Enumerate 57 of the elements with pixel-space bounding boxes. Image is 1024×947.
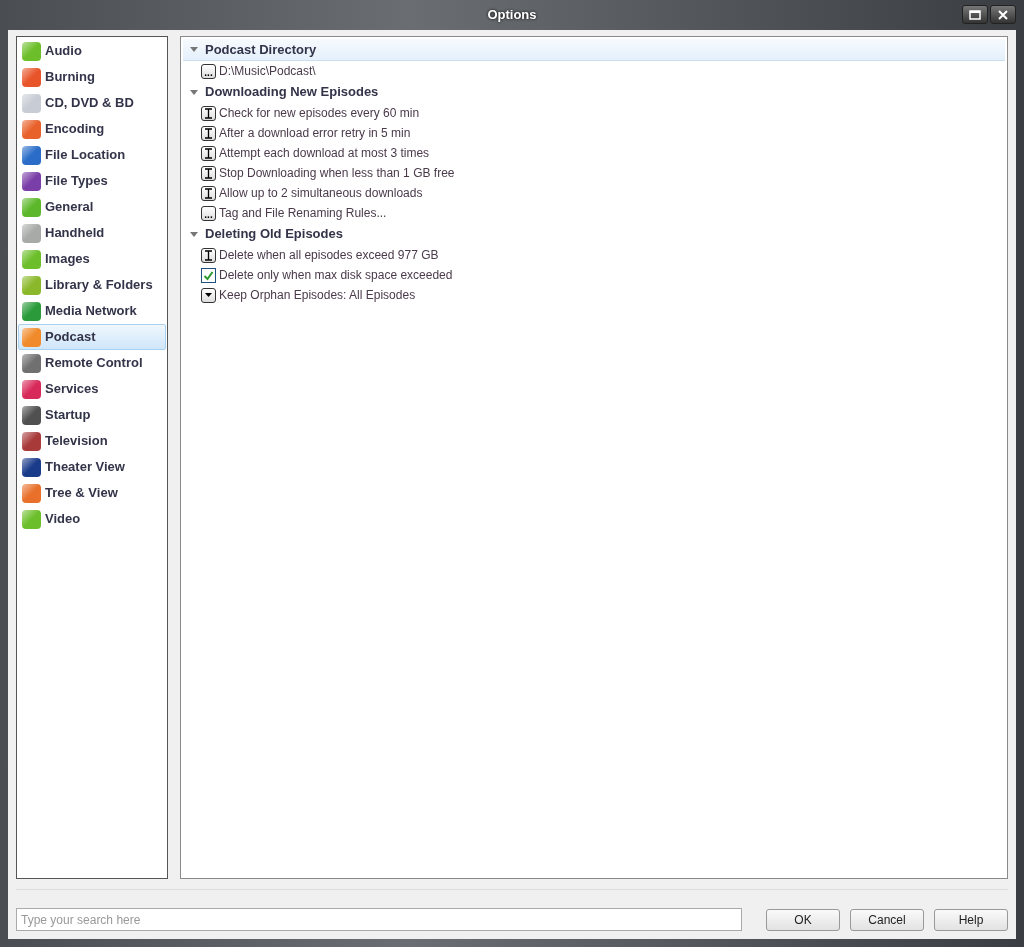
edit-icon[interactable] [201, 185, 216, 201]
setting-label: Attempt each download at most 3 times [219, 145, 430, 162]
edit-icon[interactable] [201, 105, 216, 121]
browse-button[interactable]: ... [201, 205, 216, 221]
sidebar-item[interactable]: Handheld [18, 220, 166, 246]
maximize-button[interactable] [962, 5, 988, 24]
sidebar-item[interactable]: Burning [18, 64, 166, 90]
window-title: Options [487, 6, 537, 25]
sidebar-item[interactable]: File Types [18, 168, 166, 194]
section-header: Downloading New Episodes [205, 83, 379, 102]
edit-icon[interactable] [201, 145, 216, 161]
dialog-button[interactable]: Help [934, 908, 1008, 931]
setting-label: D:\Music\Podcast\ [219, 63, 316, 80]
edit-icon[interactable] [201, 125, 216, 141]
sidebar-item[interactable]: Library & Folders [18, 272, 166, 298]
sidebar-item[interactable]: Tree & View [18, 480, 166, 506]
dialog-button[interactable]: OK [766, 908, 840, 931]
maximize-icon [969, 9, 981, 20]
setting-label: Stop Downloading when less than 1 GB free [219, 165, 455, 182]
section-header-bar[interactable]: Deleting Old Episodes [183, 223, 1005, 245]
edit-icon[interactable] [201, 165, 216, 181]
setting-label: Check for new episodes every 60 min [219, 105, 420, 122]
sidebar-item[interactable]: Podcast [18, 324, 166, 350]
section-header-bar[interactable]: Downloading New Episodes [183, 81, 1005, 103]
collapse-arrow-icon[interactable] [189, 230, 199, 238]
sidebar-item[interactable]: Services [18, 376, 166, 402]
sidebar-item[interactable]: CD, DVD & BD [18, 90, 166, 116]
sidebar-item[interactable]: Remote Control [18, 350, 166, 376]
collapse-arrow-icon[interactable] [189, 88, 199, 96]
sidebar-item[interactable]: Encoding [18, 116, 166, 142]
setting-label: After a download error retry in 5 min [219, 125, 411, 142]
search-field[interactable]: Type your search here [16, 908, 742, 931]
sidebar-item[interactable]: General [18, 194, 166, 220]
sidebar-item[interactable]: File Location [18, 142, 166, 168]
sidebar-item[interactable]: Television [18, 428, 166, 454]
edit-icon[interactable] [201, 247, 216, 263]
close-icon [998, 9, 1008, 20]
section-header: Deleting Old Episodes [205, 225, 343, 244]
setting-label: Tag and File Renaming Rules... [219, 205, 387, 222]
sidebar-item[interactable]: Media Network [18, 298, 166, 324]
sidebar-item[interactable]: Theater View [18, 454, 166, 480]
sidebar-item[interactable]: Startup [18, 402, 166, 428]
setting-label: Delete only when max disk space exceeded [219, 267, 453, 284]
checkbox[interactable] [201, 267, 216, 283]
section-header-bar[interactable]: Podcast Directory [183, 39, 1005, 61]
collapse-arrow-icon[interactable] [189, 46, 199, 53]
sidebar-item[interactable]: Images [18, 246, 166, 272]
close-button[interactable] [990, 5, 1016, 24]
sidebar-item[interactable]: Video [18, 506, 166, 532]
setting-label: Keep Orphan Episodes: All Episodes [219, 287, 416, 304]
dropdown-icon[interactable] [201, 287, 216, 303]
setting-label: Delete when all episodes exceed 977 GB [219, 247, 439, 264]
section-header: Podcast Directory [205, 40, 317, 59]
browse-button[interactable]: ... [201, 63, 216, 79]
setting-label: Allow up to 2 simultaneous downloads [219, 185, 423, 202]
sidebar-item[interactable]: Audio [18, 38, 166, 64]
dialog-button[interactable]: Cancel [850, 908, 924, 931]
